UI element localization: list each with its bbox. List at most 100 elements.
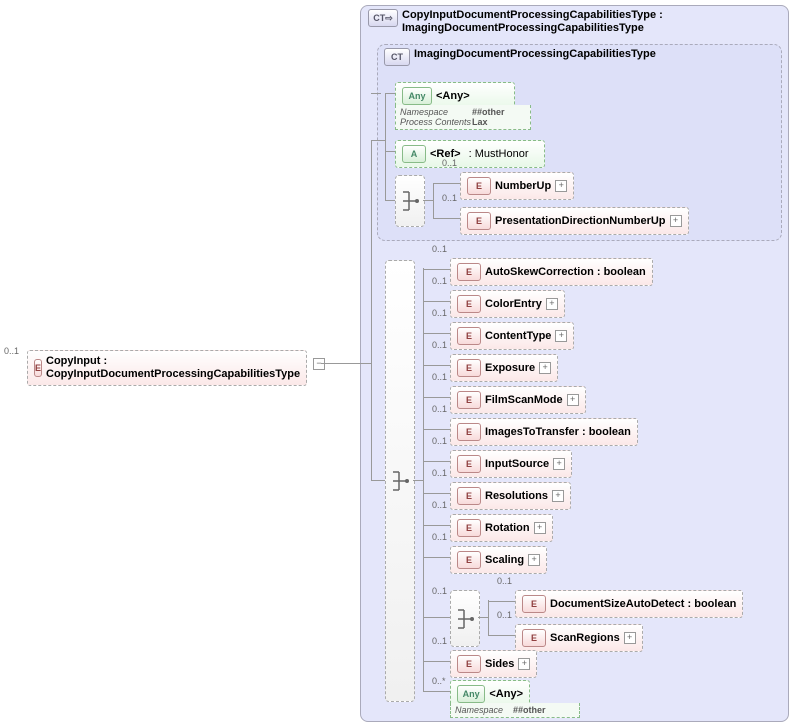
element-node[interactable]: E InputSource + (450, 450, 572, 478)
element-node[interactable]: EPresentationDirectionNumberUp+ (460, 207, 689, 235)
sequence-icon[interactable] (385, 260, 415, 702)
element-node[interactable]: E ColorEntry + (450, 290, 565, 318)
element-label: DocumentSizeAutoDetect : boolean (550, 598, 736, 610)
connector (423, 200, 433, 201)
expand-icon[interactable]: + (555, 330, 567, 342)
complextype-icon: CT⇨ (368, 9, 398, 27)
element-label: Scaling (485, 554, 524, 566)
connector (433, 183, 434, 218)
connector (385, 200, 395, 201)
element-node[interactable]: EAutoSkewCorrection : boolean (450, 258, 653, 286)
element-node[interactable]: E Scaling + (450, 546, 547, 574)
element-label: FilmScanMode (485, 394, 563, 406)
occurrence-label: 0..1 (432, 276, 447, 286)
occurrence-label: 0..1 (432, 436, 447, 446)
element-node[interactable]: EImagesToTransfer : boolean (450, 418, 638, 446)
connector (478, 617, 488, 618)
element-label: ImagesToTransfer : boolean (485, 426, 631, 438)
connector (371, 93, 381, 94)
occurrence-label: 0..1 (432, 636, 447, 646)
occurrence-label: 0..1 (432, 468, 447, 478)
connector (423, 301, 450, 302)
connector (371, 480, 385, 481)
element-icon: E (457, 455, 481, 473)
element-node[interactable]: EScanRegions+ (515, 624, 643, 652)
occurrence-label: 0..1 (497, 610, 512, 620)
connector (413, 480, 423, 481)
connector (423, 269, 450, 270)
expand-icon[interactable]: + (553, 458, 565, 470)
element-icon: E (457, 327, 481, 345)
connector (371, 140, 372, 480)
connector (360, 363, 371, 364)
element-node[interactable]: E DocumentSizeAutoDetect : boolean (515, 590, 743, 618)
element-label: InputSource (485, 458, 549, 470)
connector (385, 93, 395, 94)
expand-icon[interactable]: + (518, 658, 530, 670)
expand-icon[interactable]: + (567, 394, 579, 406)
any-label: <Any> (436, 90, 470, 102)
element-node[interactable]: E FilmScanMode + (450, 386, 586, 414)
connector (423, 461, 450, 462)
occurrence-label: 0..1 (432, 244, 447, 254)
element-icon: E (457, 295, 481, 313)
connector (423, 493, 450, 494)
connector (371, 140, 385, 141)
expand-icon[interactable]: + (528, 554, 540, 566)
element-node[interactable]: ENumberUp+ (460, 172, 574, 200)
connector (488, 600, 489, 635)
element-label: ColorEntry (485, 298, 542, 310)
connector (385, 151, 395, 152)
element-icon: E (522, 595, 546, 613)
expand-icon[interactable]: + (670, 215, 682, 227)
sequence-icon[interactable] (395, 175, 425, 227)
complextype-icon: CT (384, 48, 410, 66)
connector (423, 557, 450, 558)
expand-icon[interactable]: + (546, 298, 558, 310)
connector (433, 183, 460, 184)
element-label: PresentationDirectionNumberUp (495, 215, 666, 227)
element-label: Exposure (485, 362, 535, 374)
sequence-icon[interactable] (450, 590, 480, 647)
occurrence-label: 0..1 (432, 532, 447, 542)
element-icon: E (457, 391, 481, 409)
expand-icon[interactable]: − (313, 358, 325, 370)
expand-icon[interactable]: + (555, 180, 567, 192)
meta-val: ##other (472, 107, 505, 117)
expand-icon[interactable]: + (539, 362, 551, 374)
attribute-ref[interactable]: A <Ref> : MustHonor (395, 140, 545, 168)
meta-val: Lax (472, 117, 505, 127)
element-icon: E (457, 519, 481, 537)
element-label: Sides (485, 658, 514, 670)
element-icon: E (457, 551, 481, 569)
any-meta: Namespace ##other (450, 703, 580, 718)
element-node[interactable]: ERotation+ (450, 514, 553, 542)
connector (385, 93, 386, 201)
base-ct-header: CT ImagingDocumentProcessingCapabilities… (384, 48, 614, 66)
element-label: CopyInput : CopyInputDocumentProcessingC… (46, 355, 300, 381)
element-label: AutoSkewCorrection : boolean (485, 266, 646, 278)
meta-val: ##other (513, 705, 546, 715)
any-icon: Any (457, 685, 485, 703)
attribute-icon: A (402, 145, 426, 163)
occurrence-label: 0..1 (432, 586, 447, 596)
expand-icon[interactable]: + (534, 522, 546, 534)
connector (423, 617, 450, 618)
connector (423, 397, 450, 398)
element-node[interactable]: ESides+ (450, 650, 537, 678)
element-node[interactable]: EExposure+ (450, 354, 558, 382)
connector (423, 365, 450, 366)
occurrence-label: 0..1 (497, 576, 512, 586)
element-node[interactable]: EContentType+ (450, 322, 574, 350)
connector (423, 429, 450, 430)
expand-icon[interactable]: + (552, 490, 564, 502)
attr-type: : MustHonor (469, 148, 529, 160)
expand-icon[interactable]: + (624, 632, 636, 644)
occurrence-label: 0..1 (432, 308, 447, 318)
occurrence-label: 0..1 (442, 193, 457, 203)
any-label: <Any> (489, 688, 523, 700)
ct-label: CopyInputDocumentProcessingCapabilitiesT… (402, 9, 792, 35)
element-copyinput[interactable]: E CopyInput : CopyInputDocumentProcessin… (27, 350, 307, 386)
element-node[interactable]: EResolutions+ (450, 482, 571, 510)
meta-key: Namespace (455, 705, 513, 715)
